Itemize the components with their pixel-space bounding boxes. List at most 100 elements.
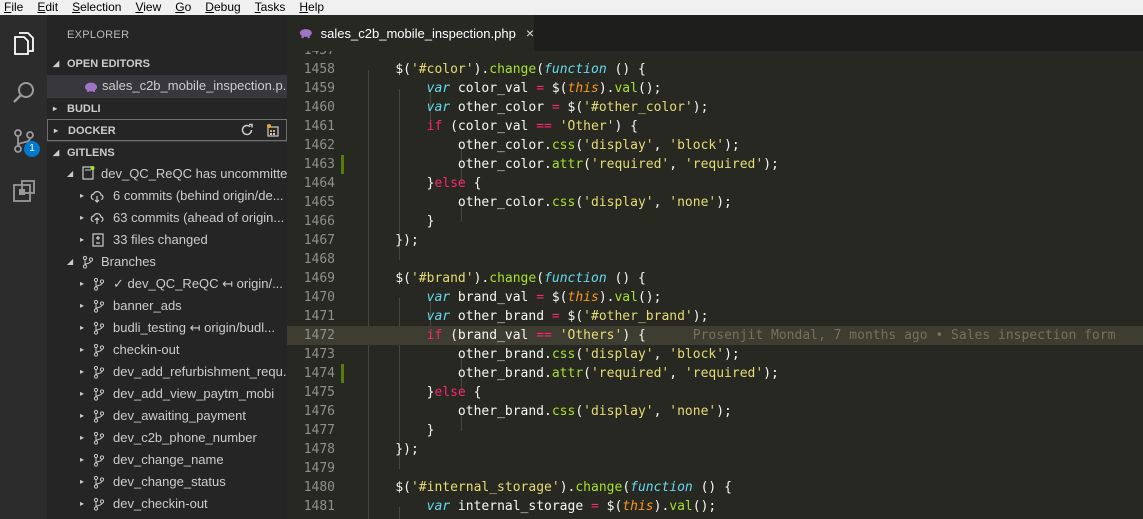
line-number: 1478 [303,442,335,457]
chevron-right-icon: ▸ [80,323,85,332]
line-number: 1463 [303,157,335,172]
branch-item[interactable]: ▸ checkin-out [47,339,287,361]
branch-item[interactable]: ▸ banner_ads [47,295,287,317]
branch-label: dev_add_view_paytm_mobi [113,386,275,401]
chevron-right-icon: ▸ [80,301,85,310]
line-number: 1467 [303,233,335,248]
menu-tasks[interactable]: Tasks [255,0,286,15]
branch-icon [93,387,105,401]
menu-go[interactable]: Go [175,0,191,15]
menu-debug[interactable]: Debug [205,0,240,15]
line-number: 1473 [303,347,335,362]
branch-item[interactable]: ▸ dev_add_refurbishment_requ... [47,361,287,383]
code-line[interactable]: 1470 var brand_val = $(this).val(); [287,288,1143,307]
branch-icon [93,475,105,489]
menu-view[interactable]: View [135,0,161,15]
section-open-editors[interactable]: ◢ OPEN EDITORS [47,53,287,75]
branch-item[interactable]: ▸ dev_checkin-out [47,493,287,515]
code-line[interactable]: 1480 $('#internal_storage').change(funct… [287,478,1143,497]
chevron-right-icon: ▸ [80,191,85,200]
gitlens-branches[interactable]: ◢ Branches [47,251,287,273]
code-line[interactable]: 1468 [287,250,1143,269]
tab-title: sales_c2b_mobile_inspection.php [320,25,516,41]
gitlens-behind[interactable]: ▸ 6 commits (behind origin/de... [47,185,287,207]
code-text: }); [364,233,419,248]
menu-file[interactable]: File [4,0,23,15]
section-docker[interactable]: ▸ DOCKER [47,119,287,141]
section-budli[interactable]: ▸ BUDLI [47,97,287,119]
open-editor-item[interactable]: sales_c2b_mobile_inspection.p... [47,75,287,97]
code-text: } [364,214,435,229]
code-line[interactable]: 1474 other_brand.attr('required', 'requi… [287,364,1143,383]
code-text: var brand_val = $(this).val(); [426,290,662,305]
search-icon[interactable] [0,71,47,115]
chevron-right-icon: ▸ [80,367,85,376]
code-line[interactable]: 1478 }); [287,440,1143,459]
branch-list: ▸ ✓ dev_QC_ReQC ↤ origin/... ▸ banner_ads ▸ b… [47,273,287,515]
branch-item[interactable]: ▸ dev_awaiting_payment [47,405,287,427]
line-number: 1461 [303,119,335,134]
code-line[interactable]: 1464 }else { [287,174,1143,193]
branch-item[interactable]: ▸ dev_add_view_paytm_mobi [47,383,287,405]
branch-label: checkin-out [113,342,180,357]
gitlens-ahead[interactable]: ▸ 63 commits (ahead of origin... [47,207,287,229]
branch-item[interactable]: ▸ dev_c2b_phone_number [47,427,287,449]
code-line[interactable]: 1463 other_color.attr('required', 'requi… [287,155,1143,174]
activity-bar: 1 [0,15,47,519]
code-line[interactable]: 1467 }); [287,231,1143,250]
branch-item[interactable]: ▸ dev_change_status [47,471,287,493]
close-icon[interactable]: × [526,25,534,41]
line-number: 1469 [303,271,335,286]
chevron-right-icon: ▸ [80,279,85,288]
refresh-icon[interactable] [240,123,254,137]
code-text: other_color.css('display', 'block'); [364,138,740,153]
line-number: 1481 [303,499,335,514]
chevron-right-icon: ▸ [54,126,59,135]
code-line[interactable]: 1466 } [287,212,1143,231]
code-line[interactable]: 1476 other_brand.css('display', 'none'); [287,402,1143,421]
line-number: 1479 [303,461,335,476]
line-number: 1464 [303,176,335,191]
code-line[interactable]: 1471 var other_brand = $('#other_brand')… [287,307,1143,326]
source-control-icon[interactable] [0,119,47,163]
gitlens-repo[interactable]: ◢ dev_QC_ReQC has uncommitte... [47,163,287,185]
code-line[interactable]: 1469 $('#brand').change(function () { [287,269,1143,288]
branch-label: dev_change_status [113,474,226,489]
menu-edit[interactable]: Edit [37,0,58,15]
code-line[interactable]: 1465 other_color.css('display', 'none'); [287,193,1143,212]
code-line[interactable]: 1481 var internal_storage = $(this).val(… [287,497,1143,516]
code-line[interactable]: 1459 var color_val = $(this).val(); [287,79,1143,98]
code-line[interactable]: 1479 [287,459,1143,478]
code-text: $('#brand').change(function () { [395,271,646,286]
chevron-right-icon: ▸ [80,411,85,420]
code-line[interactable]: 1460 var other_color = $('#other_color')… [287,98,1143,117]
code-line[interactable]: 1462 other_color.css('display', 'block')… [287,136,1143,155]
branch-item[interactable]: ▸ dev_change_name [47,449,287,471]
chevron-down-icon: ◢ [53,59,60,68]
code-line[interactable]: 1473 other_brand.css('display', 'block')… [287,345,1143,364]
chevron-right-icon: ▸ [80,389,85,398]
extensions-icon[interactable] [0,169,47,213]
branch-item[interactable]: ▸ budli_testing ↤ origin/budl... [47,317,287,339]
explorer-icon[interactable] [0,21,47,65]
tab-sales-inspection[interactable]: sales_c2b_mobile_inspection.php × [287,15,534,51]
chevron-right-icon: ▸ [80,499,85,508]
docker-registry-icon[interactable] [266,123,280,137]
chevron-down-icon: ◢ [53,148,60,157]
code-line[interactable]: 1458 $('#color').change(function () { [287,60,1143,79]
code-text: }); [364,442,419,457]
gitlens-files-changed[interactable]: ▸ 33 files changed [47,229,287,251]
code-line[interactable]: 1457 [287,51,1143,60]
section-gitlens[interactable]: ◢ GITLENS [47,141,287,163]
branch-item[interactable]: ▸ ✓ dev_QC_ReQC ↤ origin/... [47,273,287,295]
cloud-download-icon [90,191,104,203]
menu-selection[interactable]: Selection [72,0,121,15]
code-line[interactable]: 1472 if (brand_val == 'Others') { Prosen… [287,326,1143,345]
line-number: 1475 [303,385,335,400]
code-line[interactable]: 1475 }else { [287,383,1143,402]
menu-help[interactable]: Help [299,0,324,15]
code-text: other_color.css('display', 'none'); [364,195,732,210]
code-editor[interactable]: 14571458 $('#color').change(function () … [287,51,1143,519]
code-line[interactable]: 1461 if (color_val == 'Other') { [287,117,1143,136]
code-line[interactable]: 1477 } [287,421,1143,440]
